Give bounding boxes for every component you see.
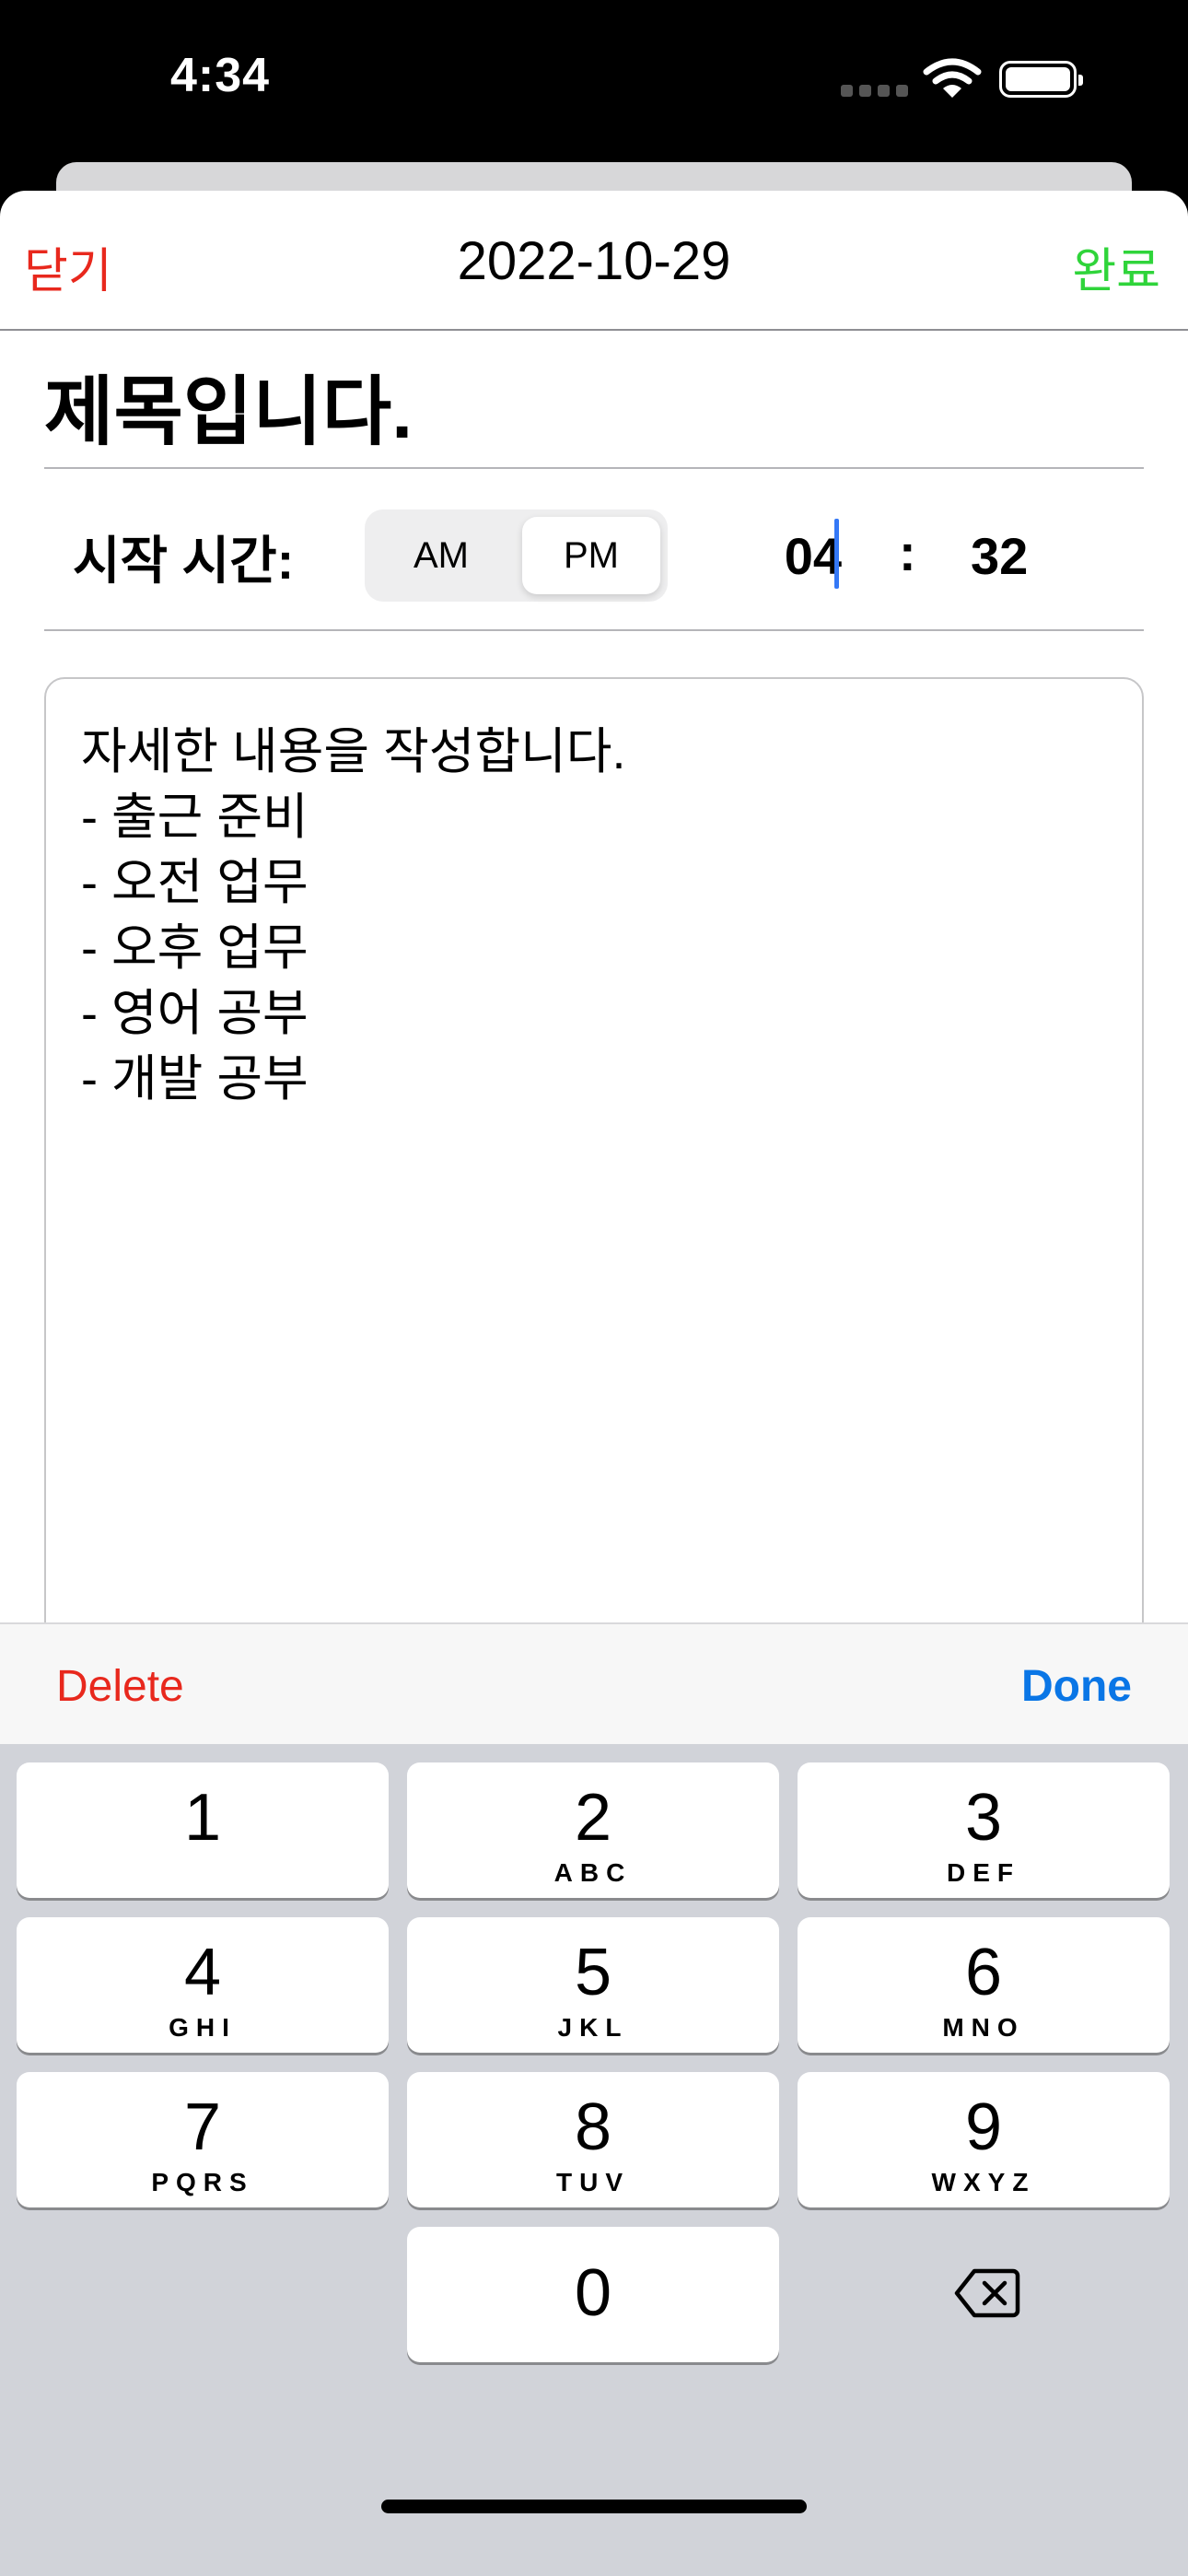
detail-text-area[interactable]: 자세한 내용을 작성합니다. - 출근 준비 - 오전 업무 - 오후 업무 -… <box>44 677 1144 1783</box>
key-digit: 9 <box>964 2090 1003 2164</box>
key-letters: TUV <box>556 2168 630 2196</box>
key-digit: 7 <box>183 2090 222 2164</box>
done-button[interactable]: Done <box>1021 1661 1132 1712</box>
keyboard-toolbar: Delete Done <box>0 1622 1188 1744</box>
status-bar: 4:34 <box>0 0 1188 157</box>
key-9[interactable]: 9 WXYZ <box>798 2072 1170 2207</box>
key-5[interactable]: 5 JKL <box>407 1917 779 2053</box>
key-4[interactable]: 4 GHI <box>17 1917 389 2053</box>
key-digit: 4 <box>183 1936 222 2009</box>
divider <box>44 629 1144 631</box>
cellular-signal-icon <box>841 85 914 101</box>
number-keypad: 1 2 ABC 3 DEF 4 GHI 5 JKL 6 MNO 7 PQRS 8… <box>0 1744 1188 2576</box>
key-letters: GHI <box>169 2013 237 2042</box>
key-digit: 8 <box>574 2090 612 2164</box>
time-separator: : <box>899 523 916 581</box>
text-cursor <box>834 519 839 589</box>
wifi-icon <box>923 58 982 98</box>
key-letters: PQRS <box>151 2168 254 2196</box>
backspace-icon <box>954 2268 1020 2318</box>
home-indicator <box>381 2500 807 2513</box>
key-digit: 1 <box>183 1781 222 1855</box>
navigation-bar: 닫기 2022-10-29 완료 <box>0 191 1188 331</box>
key-letters: ABC <box>553 1858 633 1887</box>
segment-pm[interactable]: PM <box>522 517 660 594</box>
minute-field[interactable] <box>971 519 1055 592</box>
detail-text: 자세한 내용을 작성합니다. - 출근 준비 - 오전 업무 - 오후 업무 -… <box>81 724 626 1107</box>
complete-button[interactable]: 완료 <box>1072 232 1160 301</box>
key-8[interactable]: 8 TUV <box>407 2072 779 2207</box>
key-digit: 0 <box>574 2256 612 2330</box>
am-pm-segmented-control[interactable]: AM PM <box>365 509 668 602</box>
divider <box>44 467 1144 469</box>
title-field[interactable] <box>44 355 1142 454</box>
start-time-label: 시작 시간: <box>73 532 295 590</box>
key-6[interactable]: 6 MNO <box>798 1917 1170 2053</box>
key-2[interactable]: 2 ABC <box>407 1762 779 1898</box>
key-letters: WXYZ <box>931 2168 1036 2196</box>
key-digit: 5 <box>574 1936 612 2009</box>
key-digit: 2 <box>574 1781 612 1855</box>
key-letters: DEF <box>947 1858 1020 1887</box>
key-0[interactable]: 0 <box>407 2227 779 2362</box>
page-title: 2022-10-29 <box>457 231 731 291</box>
key-letters: MNO <box>942 2013 1025 2042</box>
key-letters: JKL <box>557 2013 629 2042</box>
key-digit: 3 <box>964 1781 1003 1855</box>
hour-field[interactable] <box>757 519 842 592</box>
key-7[interactable]: 7 PQRS <box>17 2072 389 2207</box>
battery-icon <box>999 61 1083 98</box>
key-1[interactable]: 1 <box>17 1762 389 1898</box>
key-3[interactable]: 3 DEF <box>798 1762 1170 1898</box>
status-time: 4:34 <box>170 49 271 102</box>
key-digit: 6 <box>964 1936 1003 2009</box>
delete-button[interactable]: Delete <box>56 1661 184 1712</box>
backspace-key[interactable] <box>798 2227 1170 2362</box>
segment-am[interactable]: AM <box>372 517 510 594</box>
